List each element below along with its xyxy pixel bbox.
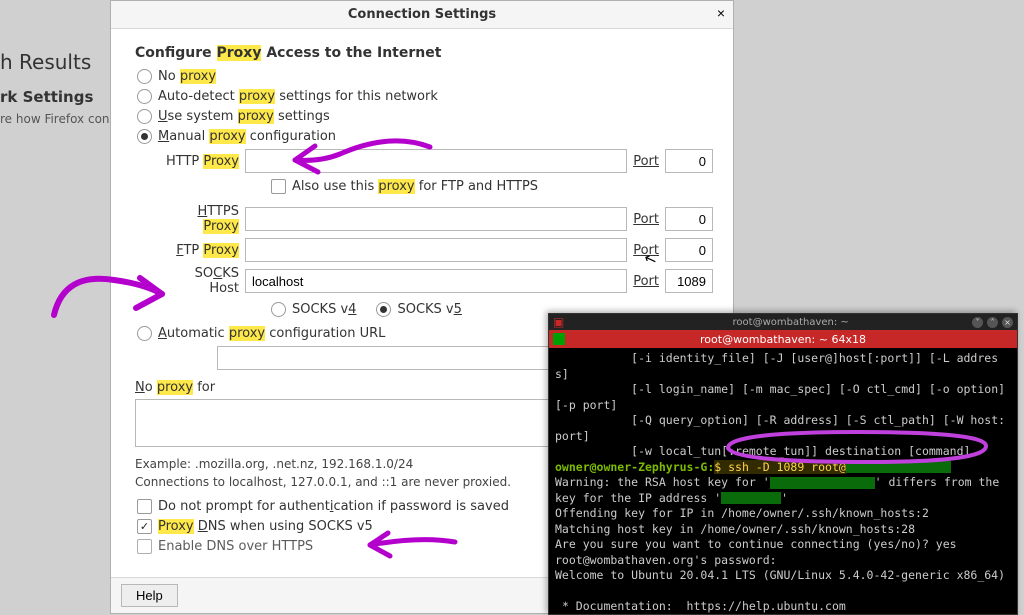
minimize-icon[interactable]: ˅ bbox=[972, 317, 983, 328]
terminal-inner-titlebar: root@wombathaven: ~ 64x18 bbox=[549, 330, 1017, 348]
https-proxy-label: HTTPS Proxy bbox=[161, 204, 239, 234]
close-icon[interactable]: × bbox=[1002, 317, 1013, 328]
terminal-app-icon: ▣ bbox=[553, 315, 564, 329]
http-port-input[interactable] bbox=[665, 149, 713, 173]
radio-icon bbox=[137, 129, 152, 144]
terminal-tab-icon bbox=[553, 333, 565, 345]
socks-port-input[interactable] bbox=[665, 269, 713, 293]
backdrop-results-heading: h Results bbox=[0, 50, 91, 74]
censored-ip bbox=[721, 492, 781, 504]
socks-host-input[interactable] bbox=[245, 269, 627, 293]
backdrop-settings-heading: rk Settings bbox=[0, 88, 93, 106]
terminal-window[interactable]: ▣ root@wombathaven: ~ ˅ ˄ × root@wombath… bbox=[548, 313, 1018, 615]
socks-host-label: SOCKS Host bbox=[161, 266, 239, 296]
https-port-input[interactable] bbox=[665, 207, 713, 231]
terminal-titlebar-text: root@wombathaven: ~ 64x18 bbox=[700, 333, 866, 346]
censored-host bbox=[770, 477, 875, 489]
dialog-title: Connection Settings bbox=[348, 7, 496, 22]
checkbox-icon bbox=[137, 539, 152, 554]
http-proxy-input[interactable] bbox=[245, 149, 627, 173]
radio-icon bbox=[137, 89, 152, 104]
section-heading: Configure Proxy Access to the Internet bbox=[135, 45, 713, 61]
port-label: Port bbox=[633, 274, 659, 289]
backdrop-settings-sub: re how Firefox conne bbox=[0, 112, 125, 126]
terminal-prompt: owner@owner-Zephyrus-G: bbox=[555, 460, 714, 474]
ftp-proxy-input[interactable] bbox=[245, 238, 627, 262]
checkbox-icon bbox=[137, 519, 152, 534]
radio-icon bbox=[137, 69, 152, 84]
radio-socks-v4[interactable] bbox=[271, 302, 286, 317]
port-label: Port bbox=[633, 154, 659, 169]
radio-icon bbox=[137, 326, 152, 341]
radio-no-proxy[interactable]: No proxy bbox=[137, 69, 713, 84]
close-button[interactable]: × bbox=[717, 6, 725, 20]
terminal-content[interactable]: [-i identity_file] [-J [user@]host[:port… bbox=[549, 348, 1017, 614]
help-button[interactable]: Help bbox=[121, 584, 178, 607]
radio-auto-detect[interactable]: Auto-detect proxy settings for this netw… bbox=[137, 89, 713, 104]
http-proxy-label: HTTP Proxy bbox=[161, 154, 239, 169]
checkbox-icon bbox=[137, 499, 152, 514]
radio-use-system[interactable]: Use system proxy settings bbox=[137, 109, 713, 124]
dialog-titlebar: Connection Settings × bbox=[111, 1, 733, 29]
proxy-grid: HTTP Proxy Port Also use this proxy for … bbox=[161, 149, 713, 321]
ftp-port-input[interactable] bbox=[665, 238, 713, 262]
censored-host bbox=[846, 461, 951, 473]
radio-icon bbox=[137, 109, 152, 124]
maximize-icon[interactable]: ˄ bbox=[987, 317, 998, 328]
ftp-proxy-label: FTP Proxy bbox=[161, 243, 239, 258]
window-manager-titlebar: ▣ root@wombathaven: ~ ˅ ˄ × bbox=[549, 314, 1017, 330]
https-proxy-input[interactable] bbox=[245, 207, 627, 231]
checkbox-icon bbox=[271, 179, 286, 194]
radio-manual[interactable]: Manual proxy configuration bbox=[137, 129, 713, 144]
also-use-checkbox-row[interactable]: Also use this proxy for FTP and HTTPS bbox=[271, 177, 713, 200]
port-label: Port bbox=[633, 212, 659, 227]
wm-title: root@wombathaven: ~ bbox=[568, 317, 1013, 328]
radio-socks-v5[interactable] bbox=[376, 302, 391, 317]
